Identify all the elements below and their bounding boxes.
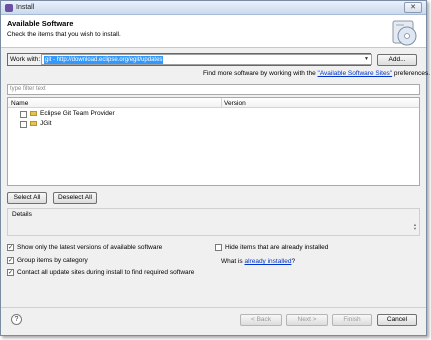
column-name[interactable]: Name [11,100,28,107]
details-panel: Details ▲ ▼ [7,208,420,236]
install-dialog: Install ✕ Available Software Check the i… [0,0,430,336]
dialog-header: Available Software Check the items that … [1,15,426,48]
back-button[interactable]: < Back [240,314,282,326]
column-version[interactable]: Version [224,100,246,107]
already-installed-link[interactable]: already installed [244,258,291,265]
finish-button[interactable]: Finish [332,314,372,326]
next-button[interactable]: Next > [286,314,328,326]
what-is-suffix: ? [291,258,296,265]
checkbox-box[interactable]: ✓ [7,244,14,251]
cancel-button[interactable]: Cancel [377,314,417,326]
add-site-button[interactable]: Add... [377,54,417,66]
item-checkbox[interactable] [20,121,27,128]
what-is-installed: What is already installed? [221,258,295,265]
feature-folder-icon [30,121,37,126]
close-button[interactable]: ✕ [404,2,422,13]
filter-placeholder: type filter text [10,86,46,92]
tree-item-label: JGit [40,120,52,127]
filter-input[interactable]: type filter text [7,84,420,95]
work-with-combo[interactable]: git - http://download.eclipse.org/egit/u… [41,54,372,65]
column-divider[interactable] [221,98,222,108]
page-subtitle: Check the items that you wish to install… [7,31,121,38]
page-title: Available Software [7,19,74,28]
help-icon[interactable]: ? [11,314,22,325]
select-all-button[interactable]: Select All [7,192,47,204]
contact-sites-label: Contact all update sites during install … [17,269,195,276]
deselect-all-button[interactable]: Deselect All [53,192,97,204]
more-sites-prefix: Find more software by working with the [203,70,318,77]
details-label: Details [12,211,32,218]
what-is-prefix: What is [221,258,245,265]
footer-divider [1,307,426,308]
install-cd-icon [392,20,417,46]
available-software-sites-link[interactable]: "Available Software Sites" [318,70,393,77]
chevron-down-icon[interactable]: ▼ [363,55,370,64]
tree-item-label: Eclipse Git Team Provider [40,110,115,117]
latest-versions-label: Show only the latest versions of availab… [17,244,163,251]
details-scroll-arrows-icon[interactable]: ▲ ▼ [413,223,417,231]
checkbox-box[interactable]: ✓ [7,257,14,264]
title-bar: Install ✕ [1,1,426,15]
feature-folder-icon [30,111,37,116]
eclipse-install-icon [5,4,13,12]
checkbox-box[interactable]: ✓ [7,269,14,276]
window-title: Install [16,4,35,11]
work-with-label: Work with: [10,56,41,63]
work-with-value: git - http://download.eclipse.org/egit/u… [44,56,164,64]
item-checkbox[interactable] [20,111,27,118]
software-tree[interactable]: Name Version Eclipse Git Team Provider J… [7,97,420,186]
tree-header: Name Version [8,98,419,108]
checkbox-box[interactable] [215,244,222,251]
more-software-hint: Find more software by working with the "… [203,70,430,77]
hide-installed-label: Hide items that are already installed [225,244,329,251]
more-sites-suffix: preferences. [392,70,431,77]
group-by-category-label: Group items by category [17,257,88,264]
